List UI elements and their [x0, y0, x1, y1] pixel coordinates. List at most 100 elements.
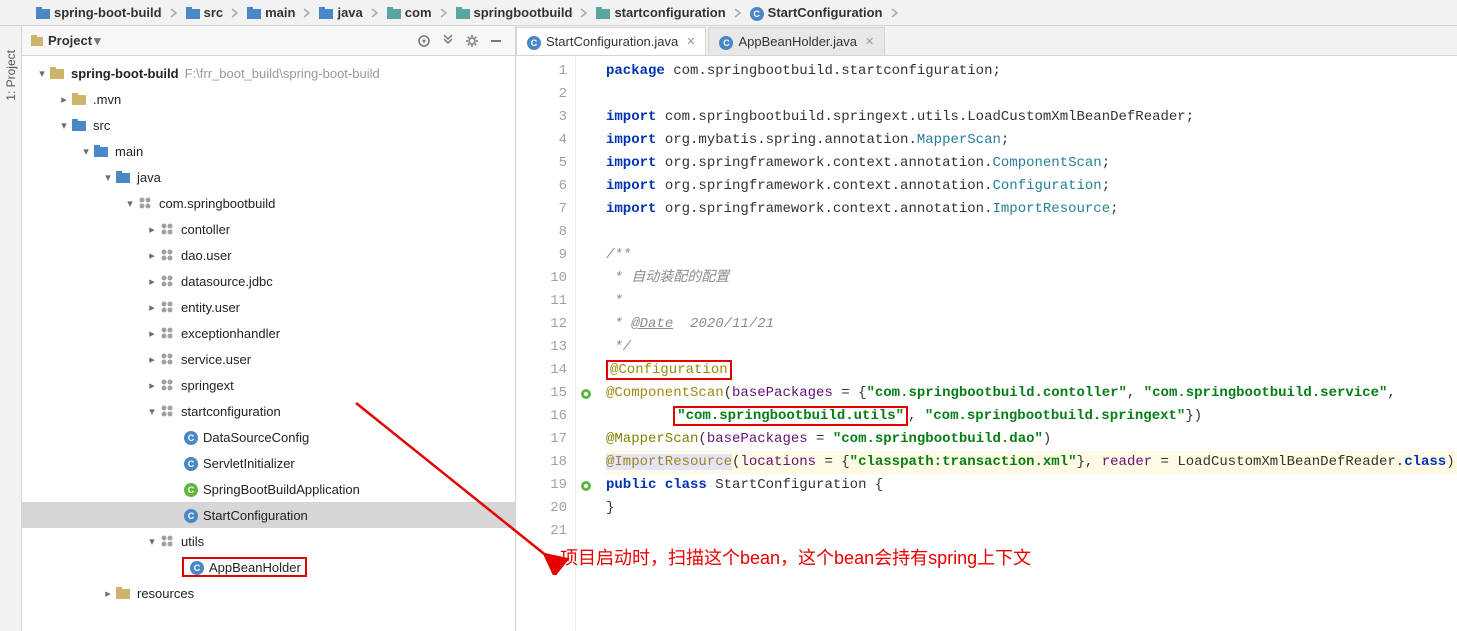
code-line[interactable]: [606, 83, 1457, 106]
tree-arrow-icon[interactable]: [144, 379, 160, 392]
tree-arrow-icon[interactable]: [100, 171, 116, 184]
breadcrumb-label: main: [265, 5, 295, 20]
code-line[interactable]: }: [606, 497, 1457, 520]
tree-node[interactable]: CAppBeanHolder: [22, 554, 515, 580]
tree-node[interactable]: CStartConfiguration: [22, 502, 515, 528]
bean-icon[interactable]: [579, 387, 593, 401]
tree-arrow-icon[interactable]: [78, 145, 94, 158]
tree-arrow-icon[interactable]: [144, 353, 160, 366]
line-number: 13: [516, 336, 567, 359]
tree-node[interactable]: CServletInitializer: [22, 450, 515, 476]
tree-node[interactable]: datasource.jdbc: [22, 268, 515, 294]
folder-icon: [72, 93, 90, 105]
tree-arrow-icon[interactable]: [100, 587, 116, 600]
breadcrumb-item[interactable]: startconfiguration: [590, 5, 731, 20]
code-line[interactable]: public class StartConfiguration {: [606, 474, 1457, 497]
tree-node[interactable]: com.springbootbuild: [22, 190, 515, 216]
tree-arrow-icon[interactable]: [144, 535, 160, 548]
line-number: 8: [516, 221, 567, 244]
tree-arrow-icon[interactable]: [56, 93, 72, 106]
breadcrumb-item[interactable]: springbootbuild: [450, 5, 579, 20]
class-icon: C: [182, 429, 200, 445]
line-number: 17: [516, 428, 567, 451]
editor-tab[interactable]: CAppBeanHolder.java✕: [708, 27, 885, 55]
tree-node[interactable]: CSpringBootBuildApplication: [22, 476, 515, 502]
bean-icon[interactable]: [579, 479, 593, 493]
line-number: 4: [516, 129, 567, 152]
close-icon[interactable]: ✕: [865, 35, 874, 48]
tree-node[interactable]: utils: [22, 528, 515, 554]
line-number: 16: [516, 405, 567, 428]
breadcrumb-item[interactable]: java: [313, 5, 368, 20]
gutter-icon-slot: [576, 405, 596, 428]
code-line[interactable]: import org.springframework.context.annot…: [606, 152, 1457, 175]
close-icon[interactable]: ✕: [686, 35, 695, 48]
tree-arrow-icon[interactable]: [122, 197, 138, 210]
code-line[interactable]: import org.springframework.context.annot…: [606, 198, 1457, 221]
breadcrumb-item[interactable]: main: [241, 5, 301, 20]
tree-node[interactable]: dao.user: [22, 242, 515, 268]
folder-teal-icon: [456, 7, 470, 19]
tree-arrow-icon[interactable]: [144, 301, 160, 314]
tree-node[interactable]: java: [22, 164, 515, 190]
tree-arrow-icon[interactable]: [144, 405, 160, 418]
tree-node[interactable]: springext: [22, 372, 515, 398]
project-tree[interactable]: spring-boot-buildF:\frr_boot_build\sprin…: [22, 56, 515, 631]
code-line[interactable]: *: [606, 290, 1457, 313]
editor-tab[interactable]: CStartConfiguration.java✕: [516, 27, 706, 55]
code-line[interactable]: "com.springbootbuild.utils", "com.spring…: [606, 405, 1457, 428]
tree-node[interactable]: .mvn: [22, 86, 515, 112]
breadcrumb-item[interactable]: src: [180, 5, 230, 20]
line-number: 7: [516, 198, 567, 221]
tree-arrow-icon[interactable]: [34, 67, 50, 80]
code-line[interactable]: /**: [606, 244, 1457, 267]
gutter-icon-slot: [576, 382, 596, 405]
code-line[interactable]: @Configuration: [606, 359, 1457, 382]
class-icon: C: [750, 5, 764, 21]
tree-node-label: java: [137, 170, 161, 185]
tree-node[interactable]: resources: [22, 580, 515, 606]
code-line[interactable]: @ComponentScan(basePackages = {"com.spri…: [606, 382, 1457, 405]
tree-node[interactable]: exceptionhandler: [22, 320, 515, 346]
tree-arrow-icon[interactable]: [144, 249, 160, 262]
tree-arrow-icon[interactable]: [56, 119, 72, 132]
breadcrumb-item[interactable]: CStartConfiguration: [744, 5, 889, 21]
tree-node[interactable]: contoller: [22, 216, 515, 242]
tree-arrow-icon[interactable]: [144, 223, 160, 236]
breadcrumb-label: src: [204, 5, 224, 20]
tree-arrow-icon[interactable]: [144, 275, 160, 288]
tree-node[interactable]: CDataSourceConfig: [22, 424, 515, 450]
code-line[interactable]: import org.mybatis.spring.annotation.Map…: [606, 129, 1457, 152]
code-line[interactable]: import com.springbootbuild.springext.uti…: [606, 106, 1457, 129]
project-panel-title[interactable]: Project ▾: [30, 33, 101, 49]
chevron-right-icon: [301, 8, 313, 18]
folder-blue-icon: [72, 119, 90, 131]
code-line[interactable]: @MapperScan(basePackages = "com.springbo…: [606, 428, 1457, 451]
tree-node[interactable]: main: [22, 138, 515, 164]
line-number: 2: [516, 83, 567, 106]
expand-all-button[interactable]: [437, 30, 459, 52]
settings-button[interactable]: [461, 30, 483, 52]
code-line[interactable]: * 自动装配的配置: [606, 267, 1457, 290]
tree-node[interactable]: startconfiguration: [22, 398, 515, 424]
code-line[interactable]: import org.springframework.context.annot…: [606, 175, 1457, 198]
tree-node-label: utils: [181, 534, 204, 549]
line-number: 1: [516, 60, 567, 83]
code-line[interactable]: [606, 520, 1457, 543]
code-line[interactable]: * @Date 2020/11/21: [606, 313, 1457, 336]
code-line[interactable]: */: [606, 336, 1457, 359]
breadcrumb-item[interactable]: spring-boot-build: [30, 5, 168, 20]
code-line[interactable]: package com.springbootbuild.startconfigu…: [606, 60, 1457, 83]
minimize-button[interactable]: [485, 30, 507, 52]
breadcrumb-item[interactable]: com: [381, 5, 438, 20]
tree-node[interactable]: spring-boot-buildF:\frr_boot_build\sprin…: [22, 60, 515, 86]
code-line[interactable]: [606, 221, 1457, 244]
tree-arrow-icon[interactable]: [144, 327, 160, 340]
tree-node[interactable]: src: [22, 112, 515, 138]
rail-project-label[interactable]: 1: Project: [4, 46, 18, 105]
locate-button[interactable]: [413, 30, 435, 52]
tree-node[interactable]: service.user: [22, 346, 515, 372]
tree-node[interactable]: entity.user: [22, 294, 515, 320]
pkg-icon: [138, 196, 156, 210]
code-line[interactable]: @ImportResource(locations = {"classpath:…: [606, 451, 1457, 474]
